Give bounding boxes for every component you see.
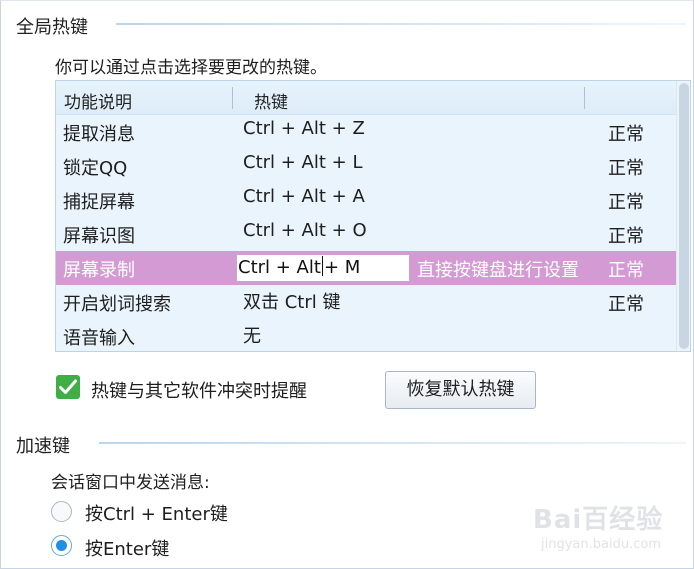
- table-row[interactable]: 捕捉屏幕 Ctrl + Alt + A 正常: [56, 183, 676, 217]
- text-caret: [321, 256, 323, 276]
- radio-enter-label[interactable]: 按Enter键: [85, 535, 169, 561]
- row-function: 屏幕识图: [63, 226, 135, 247]
- baidu-jingyan-watermark: Bai百经验 jingyan.baidu.com: [533, 499, 683, 559]
- table-row[interactable]: 锁定QQ Ctrl + Alt + L 正常: [56, 149, 676, 183]
- row-hotkey: 双击 Ctrl 键: [243, 292, 341, 313]
- column-header-function[interactable]: 功能说明: [64, 88, 132, 113]
- row-function: 锁定QQ: [63, 158, 128, 179]
- hotkey-text-before-caret: Ctrl + Alt: [238, 257, 321, 278]
- radio-ctrl-enter-label[interactable]: 按Ctrl + Enter键: [85, 500, 228, 526]
- row-hotkey: Ctrl + Alt + A: [243, 186, 365, 207]
- column-separator[interactable]: [232, 87, 233, 109]
- table-row[interactable]: 屏幕识图 Ctrl + Alt + O 正常: [56, 217, 676, 251]
- row-status: 正常: [608, 124, 644, 145]
- column-header-hotkey[interactable]: 热键: [254, 88, 288, 113]
- row-function: 语音输入: [63, 328, 135, 349]
- restore-default-hotkeys-button[interactable]: 恢复默认热键: [385, 371, 536, 409]
- table-header: 功能说明 热键: [56, 81, 676, 115]
- radio-enter[interactable]: [51, 535, 72, 556]
- settings-panel: 全局热键 你可以通过点击选择要更改的热键。 功能说明 热键 提取消息 Ctrl …: [0, 0, 694, 569]
- watermark-brand: Bai百经验: [533, 505, 664, 535]
- global-hotkeys-section-title: 全局热键: [16, 17, 88, 38]
- row-hint: 直接按键盘进行设置: [417, 260, 579, 281]
- row-status: 正常: [608, 294, 644, 315]
- hotkeys-description: 你可以通过点击选择要更改的热键。: [55, 58, 327, 78]
- checkmark-icon: [59, 379, 77, 394]
- row-hotkey: Ctrl + Alt + L: [243, 152, 363, 173]
- table-scrollbar[interactable]: [676, 81, 690, 351]
- scrollbar-thumb[interactable]: [679, 83, 689, 349]
- row-status: 正常: [608, 226, 644, 247]
- row-hotkey: Ctrl + Alt + O: [243, 220, 367, 241]
- row-function: 开启划词搜索: [63, 294, 171, 315]
- table-row[interactable]: 语音输入 无: [56, 319, 676, 351]
- table-row[interactable]: 提取消息 Ctrl + Alt + Z 正常: [56, 115, 676, 149]
- row-hotkey: Ctrl + Alt + Z: [243, 118, 365, 139]
- table-row[interactable]: 开启划词搜索 双击 Ctrl 键 正常: [56, 285, 676, 319]
- radio-ctrl-enter[interactable]: [51, 501, 72, 522]
- hotkey-edit-field[interactable]: Ctrl + Alt + M: [236, 254, 410, 282]
- column-separator[interactable]: [584, 87, 585, 109]
- row-function: 捕捉屏幕: [63, 192, 135, 213]
- table-row-selected[interactable]: 屏幕录制 Ctrl + Alt + M 直接按键盘进行设置 正常: [56, 251, 676, 285]
- hotkeys-table: 功能说明 热键 提取消息 Ctrl + Alt + Z 正常 锁定QQ Ctrl…: [55, 80, 691, 352]
- row-status: 正常: [608, 260, 644, 281]
- hotkey-text-after-caret: + M: [323, 257, 361, 278]
- conflict-reminder-checkbox[interactable]: [56, 375, 80, 399]
- row-status: 正常: [608, 192, 644, 213]
- row-function: 提取消息: [63, 124, 135, 145]
- section-divider: [116, 23, 686, 25]
- section-divider: [99, 442, 686, 444]
- conflict-reminder-label[interactable]: 热键与其它软件冲突时提醒: [91, 377, 307, 403]
- row-status: 正常: [608, 158, 644, 179]
- accelerator-section-title: 加速键: [16, 436, 70, 457]
- row-function: 屏幕录制: [63, 260, 135, 281]
- watermark-url: jingyan.baidu.com: [541, 537, 661, 552]
- row-hotkey: 无: [243, 326, 261, 347]
- send-message-label: 会话窗口中发送消息:: [51, 473, 210, 493]
